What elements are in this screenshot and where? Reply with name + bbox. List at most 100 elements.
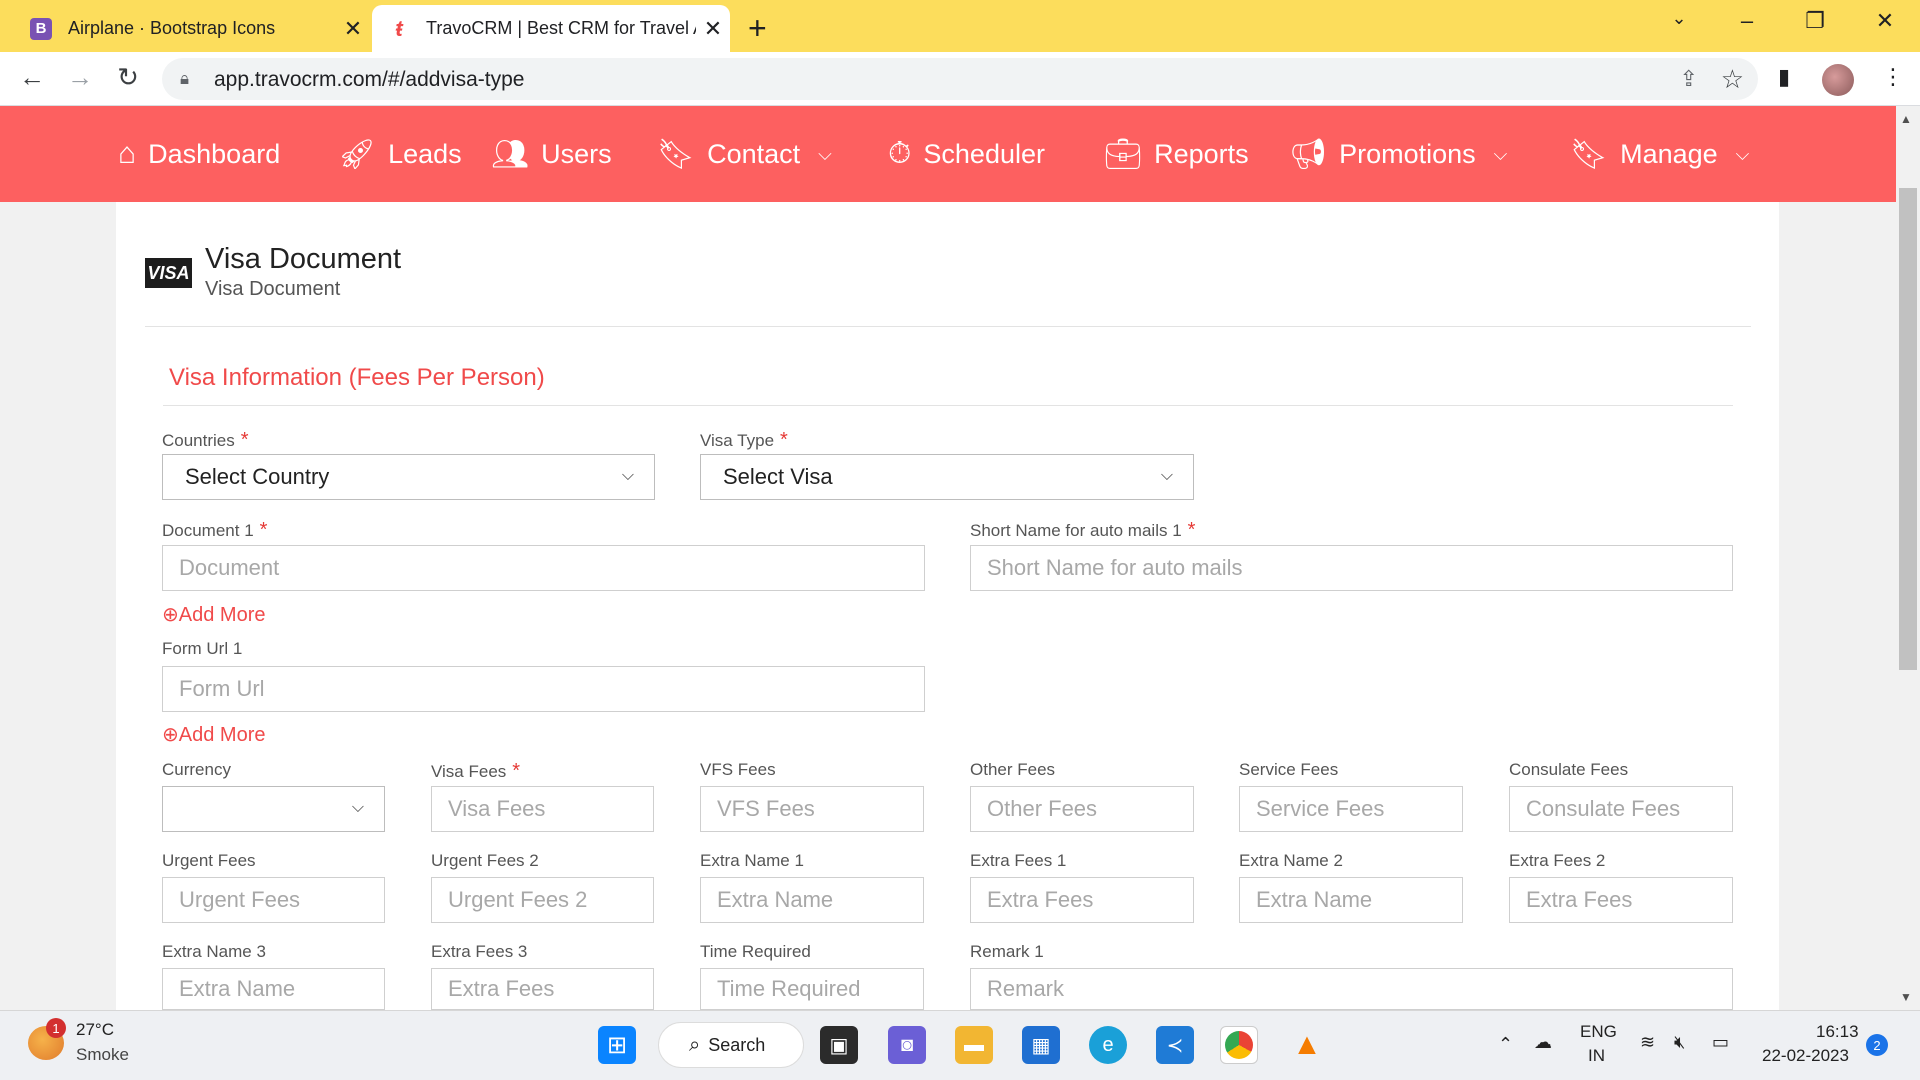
windows-start-icon[interactable]: ⊞: [598, 1026, 636, 1064]
countries-value: Select Country: [185, 464, 330, 489]
scrollbar-thumb[interactable]: [1899, 188, 1917, 670]
tab-search-chevron-icon[interactable]: ⌄: [1656, 8, 1702, 29]
add-more-form-url-button[interactable]: ⊕Add More: [162, 722, 265, 747]
nav-scheduler[interactable]: ⏱︎ Scheduler: [888, 106, 1045, 202]
nav-label: Promotions: [1339, 138, 1476, 169]
browser-tab-travocrm[interactable]: ŧ TravoCRM | Best CRM for Travel Agency …: [372, 5, 730, 52]
tray-chevron-up-icon[interactable]: ⌃: [1498, 1034, 1513, 1055]
language-top[interactable]: ENG: [1580, 1022, 1617, 1042]
consulate-fees-input[interactable]: Consulate Fees: [1509, 786, 1733, 832]
vlc-player-icon[interactable]: ▲: [1288, 1026, 1326, 1064]
visa-type-select[interactable]: Select Visa ⌵: [700, 454, 1194, 500]
extra-name-1-input[interactable]: Extra Name: [700, 877, 924, 923]
language-bottom[interactable]: IN: [1588, 1046, 1605, 1066]
file-explorer-icon[interactable]: ▬: [955, 1026, 993, 1064]
vscode-icon[interactable]: ≺: [1156, 1026, 1194, 1064]
share-icon[interactable]: ⇪: [1680, 66, 1698, 92]
back-arrow-icon[interactable]: ←: [14, 62, 50, 93]
extra-fees-1-input[interactable]: Extra Fees: [970, 877, 1194, 923]
close-window-icon[interactable]: ✕: [1862, 8, 1908, 34]
extra-fees-2-input[interactable]: Extra Fees: [1509, 877, 1733, 923]
nav-leads[interactable]: 🚀︎ Leads: [338, 106, 462, 202]
profile-avatar[interactable]: [1822, 64, 1854, 96]
close-tab-icon[interactable]: ✕: [336, 16, 370, 42]
wifi-icon[interactable]: ≋: [1640, 1032, 1655, 1053]
task-view-icon[interactable]: ▣: [820, 1026, 858, 1064]
teams-chat-icon[interactable]: ◙: [888, 1026, 926, 1064]
extra-fees-3-label: Extra Fees 3: [431, 942, 528, 961]
other-fees-label: Other Fees: [970, 760, 1056, 779]
minimize-icon[interactable]: –: [1724, 8, 1770, 34]
stopwatch-icon: ⏱︎: [888, 137, 912, 170]
weather-temp: 27°C: [76, 1020, 114, 1039]
nav-label: Reports: [1154, 138, 1249, 169]
urgent-fees-2-input[interactable]: Urgent Fees 2: [431, 877, 654, 923]
notification-badge[interactable]: 2: [1866, 1034, 1888, 1056]
edge-browser-icon[interactable]: e: [1089, 1026, 1127, 1064]
time-required-label: Time Required: [700, 942, 811, 961]
users-icon: 👥︎: [491, 137, 530, 171]
nav-users[interactable]: 👥︎ Users: [491, 106, 612, 202]
nav-promotions[interactable]: 📢︎ Promotions ⌵: [1289, 106, 1507, 202]
form-url-input[interactable]: Form Url: [162, 666, 925, 712]
address-bar[interactable]: 🔒︎ app.travocrm.com/#/addvisa-type ⇪ ☆: [162, 58, 1758, 100]
browser-tab-bootstrap-icons[interactable]: B Airplane · Bootstrap Icons ✕: [14, 5, 370, 52]
urgent-fees-input[interactable]: Urgent Fees: [162, 877, 385, 923]
visa-fees-label: Visa Fees *: [431, 760, 521, 782]
countries-select[interactable]: Select Country ⌵: [162, 454, 655, 500]
clock-time[interactable]: 16:13: [1816, 1022, 1859, 1042]
close-tab-icon[interactable]: ✕: [696, 16, 730, 42]
taskbar-search[interactable]: ⌕ Search: [658, 1022, 804, 1068]
browser-tab-bar: B Airplane · Bootstrap Icons ✕ ŧ TravoCR…: [0, 0, 1920, 52]
consulate-fees-label: Consulate Fees: [1509, 760, 1629, 779]
plus-circle-icon: ⊕: [162, 724, 179, 746]
microsoft-store-icon[interactable]: ▦: [1022, 1026, 1060, 1064]
chevron-down-icon: ⌵: [621, 467, 634, 484]
scroll-down-icon[interactable]: ▼: [1900, 990, 1912, 1004]
speaker-muted-icon[interactable]: 🔇︎: [1674, 1032, 1685, 1053]
extra-name-3-input[interactable]: Extra Name: [162, 968, 385, 1010]
extra-name-2-label: Extra Name 2: [1239, 851, 1343, 870]
form-url-label: Form Url 1: [162, 639, 243, 658]
forward-arrow-icon[interactable]: →: [62, 62, 98, 93]
document-input[interactable]: Document: [162, 545, 925, 591]
travocrm-favicon-icon: ŧ: [395, 15, 403, 41]
restore-icon[interactable]: ❐: [1792, 8, 1838, 34]
nav-manage[interactable]: 🔖︎ Manage ⌵: [1570, 106, 1749, 202]
vfs-fees-input[interactable]: VFS Fees: [700, 786, 924, 832]
chevron-down-icon: ⌵: [1160, 467, 1173, 484]
nav-contact[interactable]: 🔖︎ Contact ⌵: [657, 106, 832, 202]
chrome-browser-icon[interactable]: [1220, 1026, 1258, 1064]
divider: [145, 326, 1751, 327]
chevron-down-icon: ⌵: [351, 799, 364, 816]
onedrive-cloud-icon[interactable]: ☁: [1534, 1032, 1552, 1053]
bootstrap-favicon-icon: B: [30, 17, 52, 40]
chevron-down-icon: ⌵: [1735, 143, 1750, 164]
visa-fees-input[interactable]: Visa Fees: [431, 786, 654, 832]
short-name-input[interactable]: Short Name for auto mails: [970, 545, 1733, 591]
add-more-document-button[interactable]: ⊕Add More: [162, 602, 265, 627]
remark-input[interactable]: Remark: [970, 968, 1733, 1010]
reload-icon[interactable]: ↻: [110, 62, 146, 93]
extra-name-2-input[interactable]: Extra Name: [1239, 877, 1463, 923]
bookmark-star-icon[interactable]: ☆: [1721, 64, 1744, 95]
side-panel-icon[interactable]: ▮: [1778, 64, 1790, 90]
new-tab-button[interactable]: +: [748, 10, 767, 47]
menu-dots-icon[interactable]: ⋮: [1882, 64, 1904, 90]
other-fees-input[interactable]: Other Fees: [970, 786, 1194, 832]
megaphone-icon: 📢︎: [1289, 137, 1328, 171]
service-fees-label: Service Fees: [1239, 760, 1339, 779]
time-required-input[interactable]: Time Required: [700, 968, 924, 1010]
scroll-up-icon[interactable]: ▲: [1900, 112, 1912, 126]
currency-select[interactable]: ⌵: [162, 786, 385, 832]
clock-date[interactable]: 22-02-2023: [1762, 1046, 1849, 1066]
nav-dashboard[interactable]: ⌂ Dashboard: [118, 106, 280, 202]
nav-label: Dashboard: [148, 138, 281, 169]
extra-fees-3-input[interactable]: Extra Fees: [431, 968, 654, 1010]
bookmark-icon: 🔖︎: [1570, 137, 1609, 171]
nav-reports[interactable]: 💼︎ Reports: [1104, 106, 1249, 202]
service-fees-input[interactable]: Service Fees: [1239, 786, 1463, 832]
visa-logo-icon: VISA: [145, 258, 192, 288]
battery-icon[interactable]: ▭: [1712, 1032, 1729, 1053]
lock-icon: 🔒︎: [180, 69, 190, 88]
